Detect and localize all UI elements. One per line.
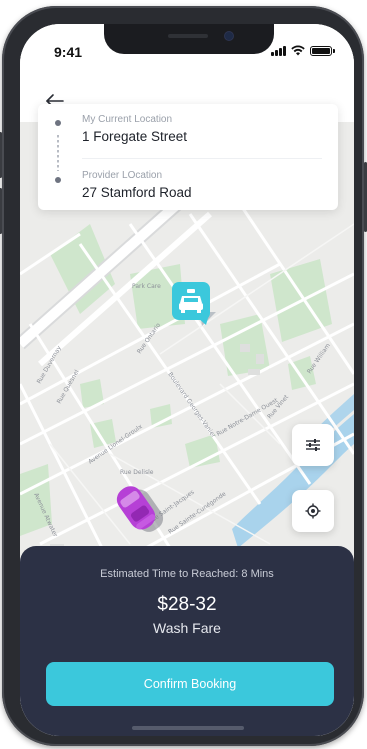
notch [104, 24, 274, 54]
filter-button[interactable] [292, 424, 334, 466]
confirm-booking-button[interactable]: Confirm Booking [46, 662, 334, 706]
app-screen: Park Care Rue Ontario Boulevard Georges-… [20, 24, 354, 736]
target-icon [305, 503, 321, 519]
map-street-label: Park Care [132, 283, 161, 290]
sliders-icon [306, 439, 320, 451]
phone-frame: Park Care Rue Ontario Boulevard Georges-… [0, 6, 367, 746]
route-card: My Current Location 1 Foregate Street Pr… [38, 104, 338, 210]
volume-down-button [0, 188, 2, 234]
wifi-icon [291, 45, 305, 56]
card-divider [82, 158, 322, 159]
booking-sheet: Estimated Time to Reached: 8 Mins $28-32… [20, 546, 354, 736]
provider-location-label: Provider LOcation [82, 170, 163, 181]
taxi-icon[interactable] [172, 282, 216, 326]
home-indicator[interactable] [132, 726, 244, 730]
status-time: 9:41 [54, 44, 83, 60]
status-bar: 9:41 [20, 24, 354, 82]
fare-price: $28-32 [157, 594, 217, 615]
origin-dot-icon [55, 120, 61, 126]
battery-icon [310, 46, 335, 56]
destination-dot-icon [55, 177, 61, 183]
provider-location-field[interactable]: 27 Stamford Road [82, 185, 192, 200]
route-connector [57, 135, 59, 171]
signal-icon [271, 46, 286, 56]
locate-me-button[interactable] [292, 490, 334, 532]
car-icon[interactable] [112, 472, 170, 544]
front-camera [224, 31, 234, 41]
service-name: Wash Fare [153, 620, 221, 636]
status-icons [271, 45, 335, 56]
current-location-field[interactable]: 1 Foregate Street [82, 129, 187, 144]
eta-text: Estimated Time to Reached: 8 Mins [100, 568, 274, 580]
volume-up-button [0, 132, 2, 178]
current-location-label: My Current Location [82, 114, 173, 125]
speaker-grille [168, 34, 208, 38]
